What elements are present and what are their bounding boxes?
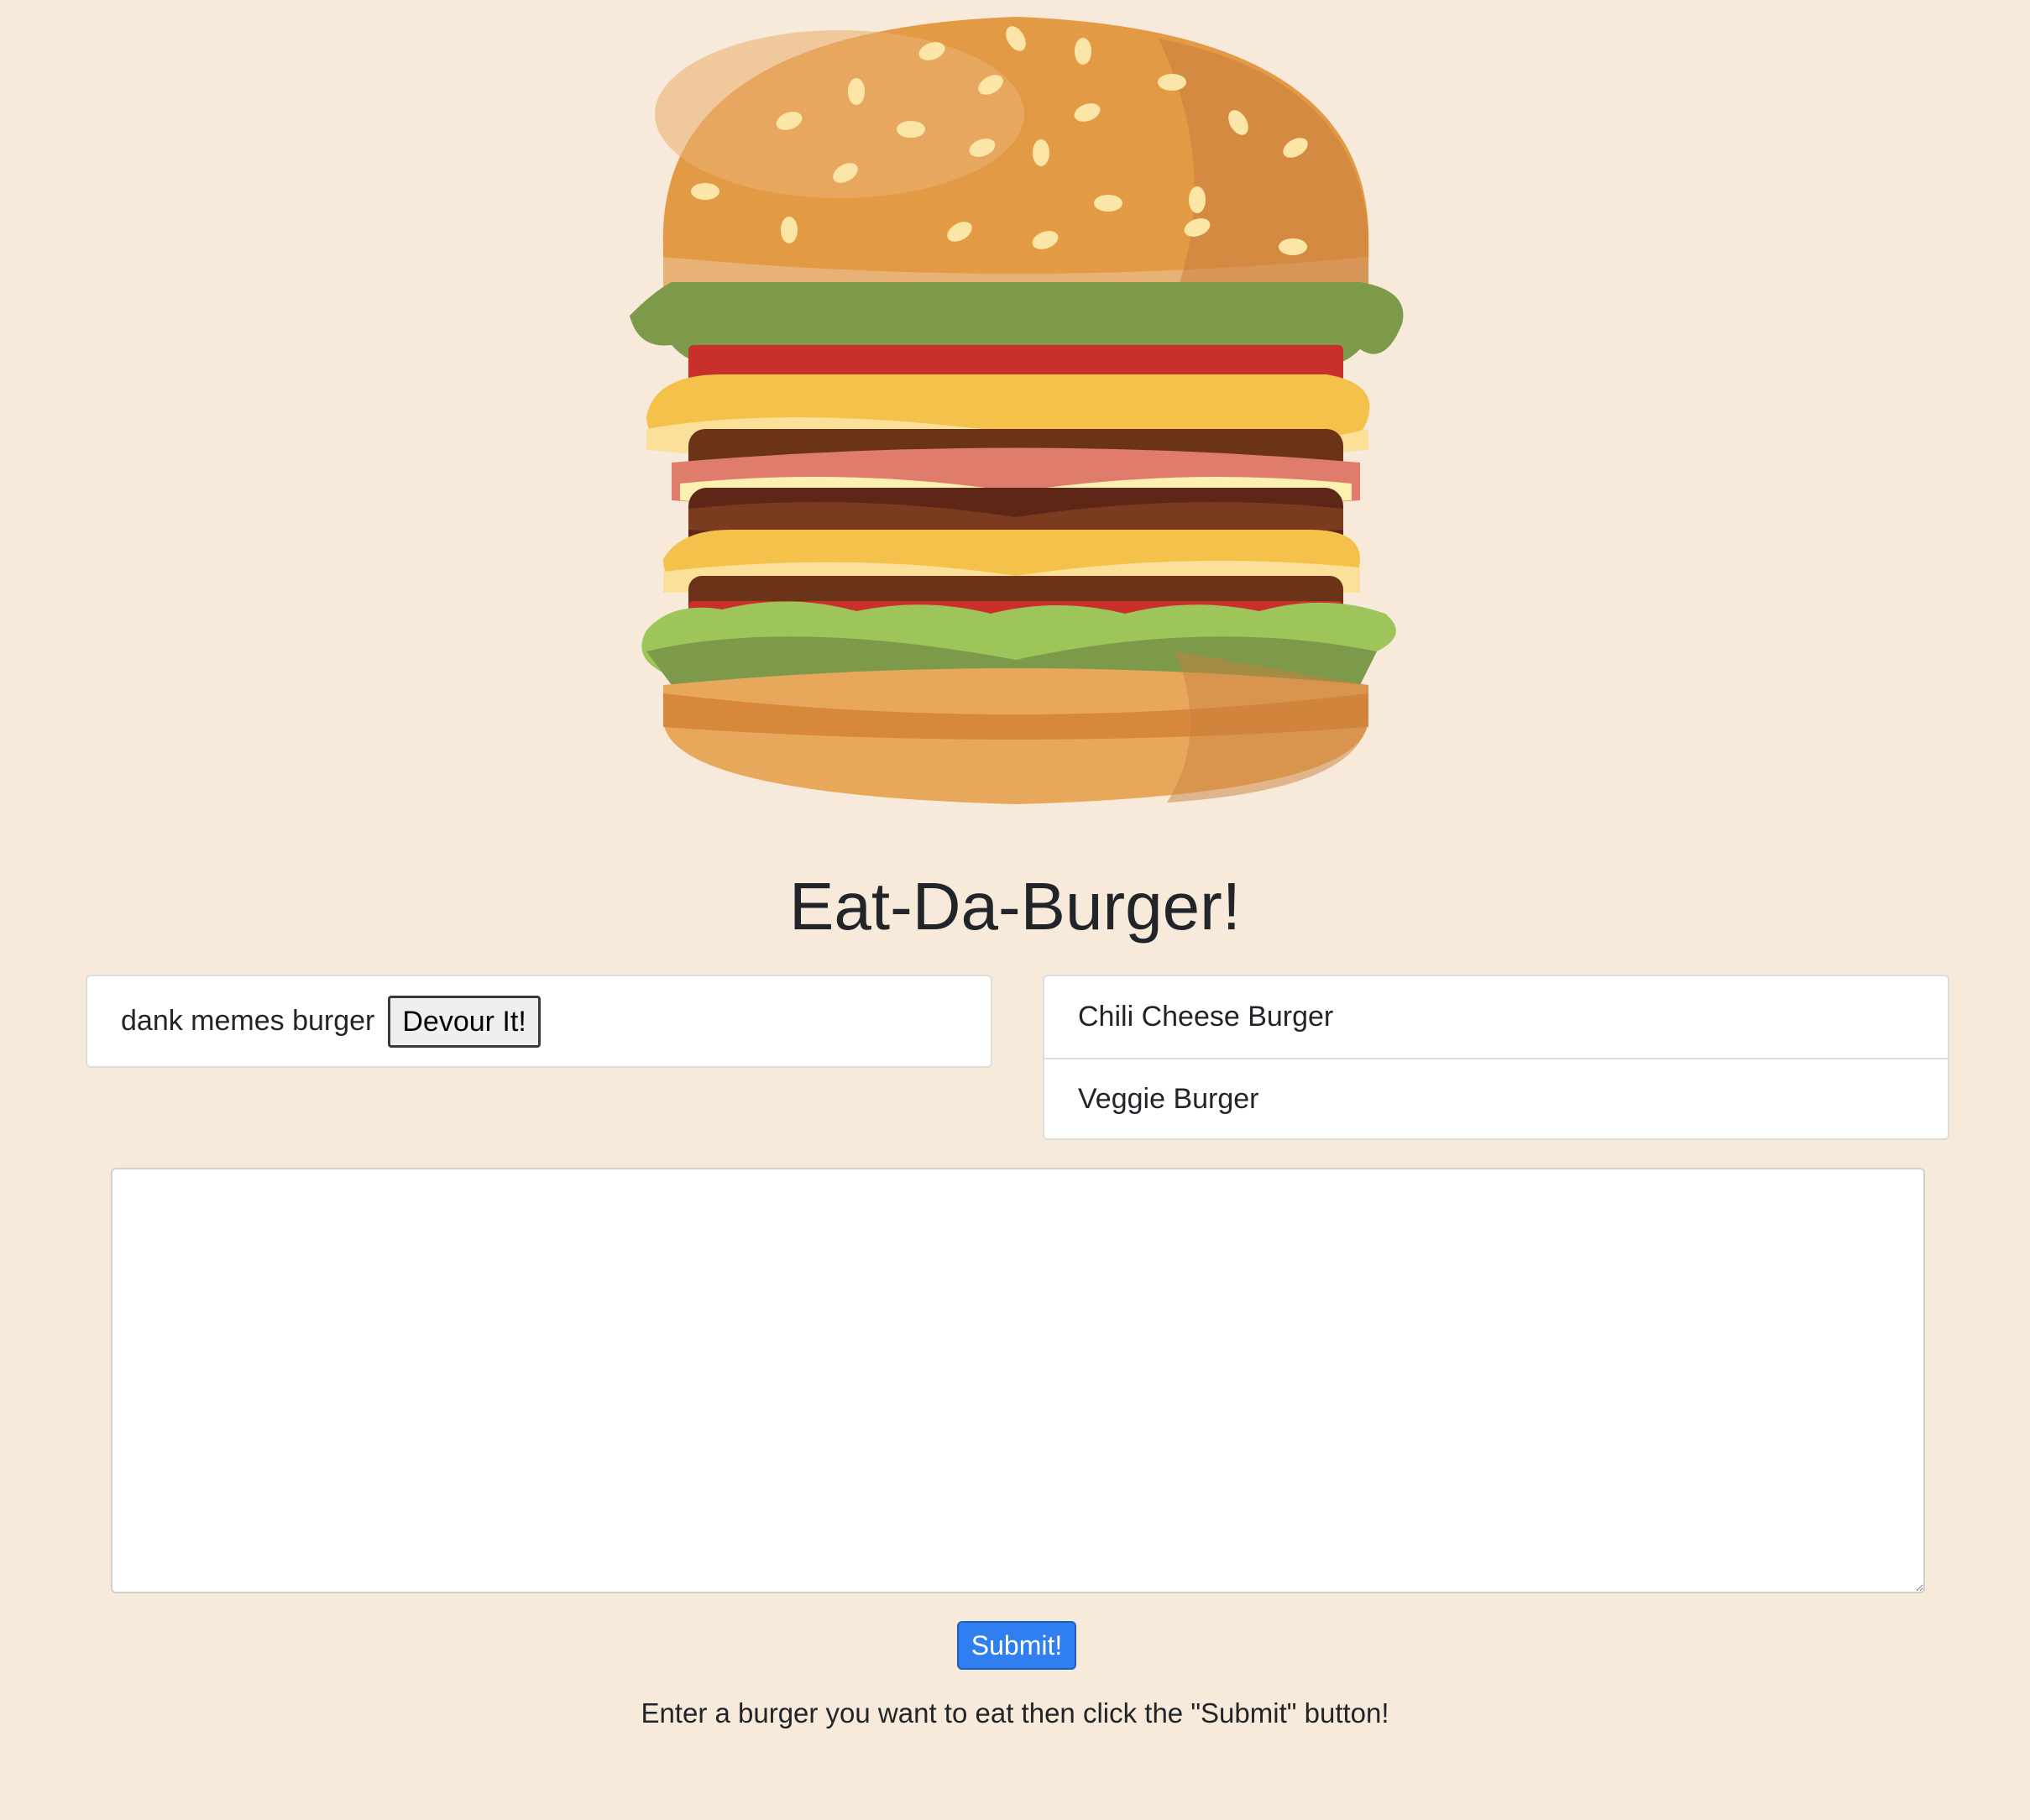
devoured-burgers-list: Chili Cheese Burger Veggie Burger [1043,975,1949,1140]
burger-icon [630,17,1404,804]
uneaten-burgers-card: dank memes burger Devour It! [86,975,992,1068]
devoured-burger-item: Veggie Burger [1044,1058,1948,1139]
devoured-burger-item: Chili Cheese Burger [1078,1001,1334,1033]
page-title: Eat-Da-Burger! [789,869,1241,944]
devour-button[interactable]: Devour It! [388,995,541,1048]
submit-button[interactable]: Submit! [957,1621,1076,1670]
instructions-text: Enter a burger you want to eat then clic… [641,1697,1389,1728]
burger-input[interactable] [111,1168,1925,1593]
uneaten-burger-item: dank memes burger Devour It! [87,976,991,1066]
burger-name: dank memes burger [121,1005,375,1037]
burger-logo [621,13,1410,808]
